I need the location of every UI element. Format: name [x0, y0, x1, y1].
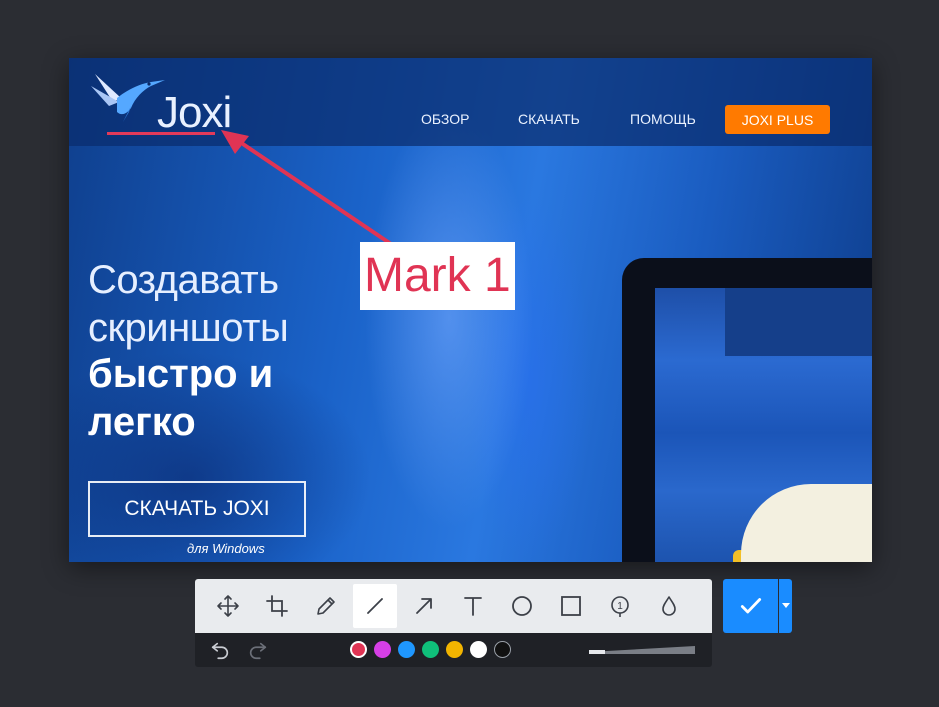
- svg-text:1: 1: [617, 601, 623, 612]
- joxi-logo: Joxi: [87, 68, 232, 138]
- hero-line-4: легко: [88, 400, 196, 444]
- line-tool[interactable]: [353, 584, 397, 628]
- stroke-size-slider[interactable]: [589, 644, 695, 656]
- circle-icon: [512, 596, 532, 616]
- undo-icon[interactable]: [209, 639, 231, 661]
- numbered-marker-icon: 1: [611, 596, 629, 617]
- blur-tool[interactable]: [647, 584, 691, 628]
- laptop-image: [622, 258, 872, 562]
- rectangle-tool[interactable]: [549, 584, 593, 628]
- move-icon: [217, 595, 239, 617]
- toolbar-options-bar: [195, 633, 712, 667]
- confirm-options-dropdown[interactable]: [779, 579, 792, 633]
- arrow-tool[interactable]: [402, 584, 446, 628]
- color-swatch-green[interactable]: [422, 641, 439, 658]
- site-header: Joxi ОБЗОР СКАЧАТЬ ПОМОЩЬ JOXI PLUS: [69, 58, 872, 146]
- annotation-text-label[interactable]: Mark 1: [360, 242, 515, 310]
- drop-icon: [662, 596, 676, 616]
- hero-line-1: Создавать: [88, 258, 279, 302]
- windows-caption: для Windows: [187, 541, 265, 556]
- color-swatch-red[interactable]: [350, 641, 367, 658]
- laptop-screen: [655, 288, 872, 562]
- annotation-underline: [107, 132, 215, 135]
- move-tool[interactable]: [206, 584, 250, 628]
- color-swatch-blue[interactable]: [398, 641, 415, 658]
- numbered-marker-tool[interactable]: 1: [598, 584, 642, 628]
- hummingbird-icon: [91, 74, 165, 122]
- color-swatch-white[interactable]: [470, 641, 487, 658]
- arrow-icon: [416, 598, 432, 614]
- laptop-bottle-shape: [741, 484, 872, 562]
- square-icon: [561, 596, 581, 616]
- logo-text: Joxi: [157, 88, 232, 137]
- checkmark-icon: [740, 598, 761, 614]
- screenshot-canvas[interactable]: Joxi ОБЗОР СКАЧАТЬ ПОМОЩЬ JOXI PLUS Созд…: [69, 58, 872, 562]
- editor-toolbar: 1: [195, 579, 712, 633]
- color-swatch-yellow[interactable]: [446, 641, 463, 658]
- nav-joxi-plus-button[interactable]: JOXI PLUS: [725, 105, 830, 134]
- caret-down-icon: [781, 603, 790, 608]
- confirm-button[interactable]: [723, 579, 778, 633]
- text-tool[interactable]: [451, 584, 495, 628]
- line-icon: [367, 598, 383, 614]
- hero-line-3: быстро и: [88, 352, 274, 396]
- color-swatch-black[interactable]: [494, 641, 511, 658]
- color-palette: [350, 641, 511, 658]
- hero-heading-light: Создавать скриншоты: [88, 256, 289, 352]
- nav-overview[interactable]: ОБЗОР: [421, 111, 469, 127]
- nav-help[interactable]: ПОМОЩЬ: [630, 111, 696, 127]
- text-icon: [464, 597, 482, 616]
- pencil-icon: [317, 597, 335, 615]
- ellipse-tool[interactable]: [500, 584, 544, 628]
- color-swatch-purple[interactable]: [374, 641, 391, 658]
- crop-icon: [266, 595, 288, 617]
- laptop-pane: [725, 288, 872, 356]
- hero-heading-bold: быстро и легко: [88, 350, 273, 446]
- crop-tool[interactable]: [255, 584, 299, 628]
- nav-download[interactable]: СКАЧАТЬ: [518, 111, 580, 127]
- redo-icon[interactable]: [247, 639, 269, 661]
- hero-line-2: скриншоты: [88, 306, 289, 350]
- pencil-tool[interactable]: [304, 584, 348, 628]
- download-joxi-button[interactable]: СКАЧАТЬ JOXI: [88, 481, 306, 537]
